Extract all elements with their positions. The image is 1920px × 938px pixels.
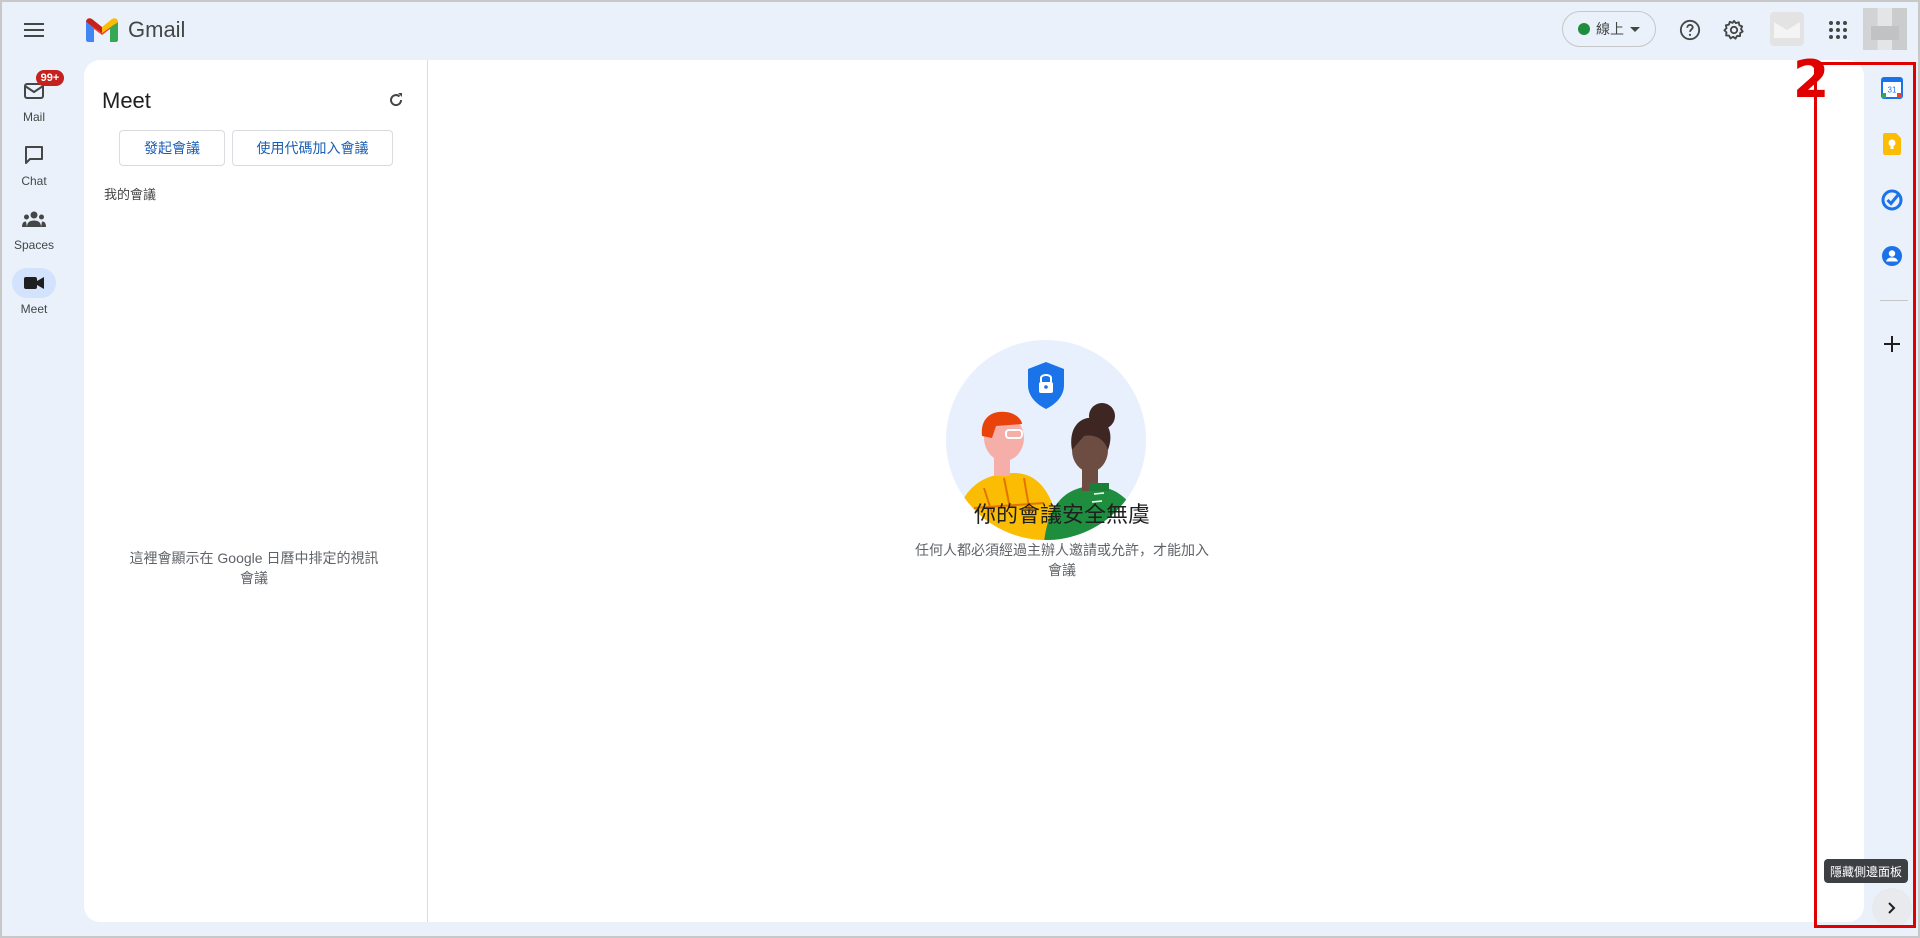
contacts-icon — [1882, 246, 1902, 266]
apps-button[interactable] — [1820, 12, 1856, 48]
gmail-m-icon — [86, 18, 118, 42]
rail-item-meet[interactable]: Meet — [0, 268, 68, 328]
start-meeting-button[interactable]: 發起會議 — [119, 130, 225, 166]
gmail-logo[interactable]: Gmail — [86, 14, 185, 46]
calendar-day: 31 — [1888, 86, 1897, 95]
calendar-app-button[interactable]: 31 — [1872, 68, 1912, 108]
side-panel: 31 — [1864, 60, 1920, 938]
rail-label-chat: Chat — [21, 174, 47, 188]
tasks-icon — [1881, 189, 1903, 211]
unread-badge: 99+ — [36, 70, 64, 86]
contacts-app-button[interactable] — [1872, 236, 1912, 276]
meet-panel: Meet 發起會議 使用代碼加入會議 我的會議 這裡會顯示在 Google 日曆… — [84, 60, 428, 922]
status-label: 線上 — [1596, 21, 1624, 37]
help-button[interactable] — [1672, 12, 1708, 48]
calendar-icon: 31 — [1881, 77, 1903, 99]
empty-meetings-note: 這裡會顯示在 Google 日曆中排定的視訊會議 — [129, 550, 379, 586]
rail-item-mail[interactable]: 99+ Mail — [0, 70, 68, 136]
hero-description: 任何人都必須經過主辦人邀請或允許，才能加入會議 — [915, 542, 1209, 578]
plus-icon — [1884, 336, 1900, 352]
keep-icon — [1883, 133, 1901, 155]
spaces-icon — [22, 211, 46, 227]
rail-icon-wrapper — [12, 204, 56, 234]
side-panel-divider — [1880, 300, 1908, 301]
hamburger-icon — [24, 23, 44, 37]
my-meetings-label: 我的會議 — [104, 187, 157, 202]
settings-button[interactable] — [1716, 12, 1752, 48]
meet-title: Meet — [102, 88, 151, 113]
keep-app-button[interactable] — [1872, 124, 1912, 164]
gear-icon — [1723, 19, 1744, 40]
left-nav-rail: 99+ Mail Chat Spaces Meet — [0, 60, 68, 938]
hide-side-panel-button[interactable] — [1872, 888, 1912, 928]
app-name: Gmail — [128, 17, 186, 42]
get-addons-button[interactable] — [1872, 324, 1912, 364]
apps-grid-icon — [1829, 21, 1847, 39]
refresh-icon — [390, 93, 403, 107]
video-camera-icon — [24, 277, 44, 289]
rail-icon-wrapper — [12, 140, 56, 170]
refresh-button[interactable] — [384, 88, 408, 112]
workspace-logo[interactable] — [1770, 12, 1804, 46]
rail-label-meet: Meet — [20, 302, 48, 316]
annotation-number: 2 — [1793, 50, 1830, 110]
hero-title: 你的會議安全無虞 — [973, 502, 1151, 527]
main-menu-button[interactable] — [18, 14, 50, 46]
hide-side-panel-tooltip: 隱藏側邊面板 — [1824, 859, 1909, 883]
account-avatar[interactable] — [1863, 8, 1907, 50]
rail-label-mail: Mail — [22, 110, 45, 124]
rail-item-spaces[interactable]: Spaces — [0, 204, 68, 264]
status-selector[interactable]: 線上 — [1562, 11, 1656, 47]
rail-item-chat[interactable]: Chat — [0, 140, 68, 200]
help-icon — [1679, 19, 1701, 41]
join-with-code-button[interactable]: 使用代碼加入會議 — [232, 130, 393, 166]
chat-icon — [25, 146, 43, 164]
chevron-right-icon — [1888, 902, 1896, 914]
rail-icon-wrapper: 99+ — [12, 70, 64, 106]
chevron-down-icon — [1630, 26, 1640, 32]
status-dot — [1578, 23, 1590, 35]
rail-label-spaces: Spaces — [13, 238, 55, 252]
main-content: Meet 發起會議 使用代碼加入會議 我的會議 這裡會顯示在 Google 日曆… — [84, 60, 1864, 922]
tasks-app-button[interactable] — [1872, 180, 1912, 220]
rail-icon-wrapper — [12, 268, 56, 298]
top-header: Gmail 線上 — [0, 0, 1920, 60]
